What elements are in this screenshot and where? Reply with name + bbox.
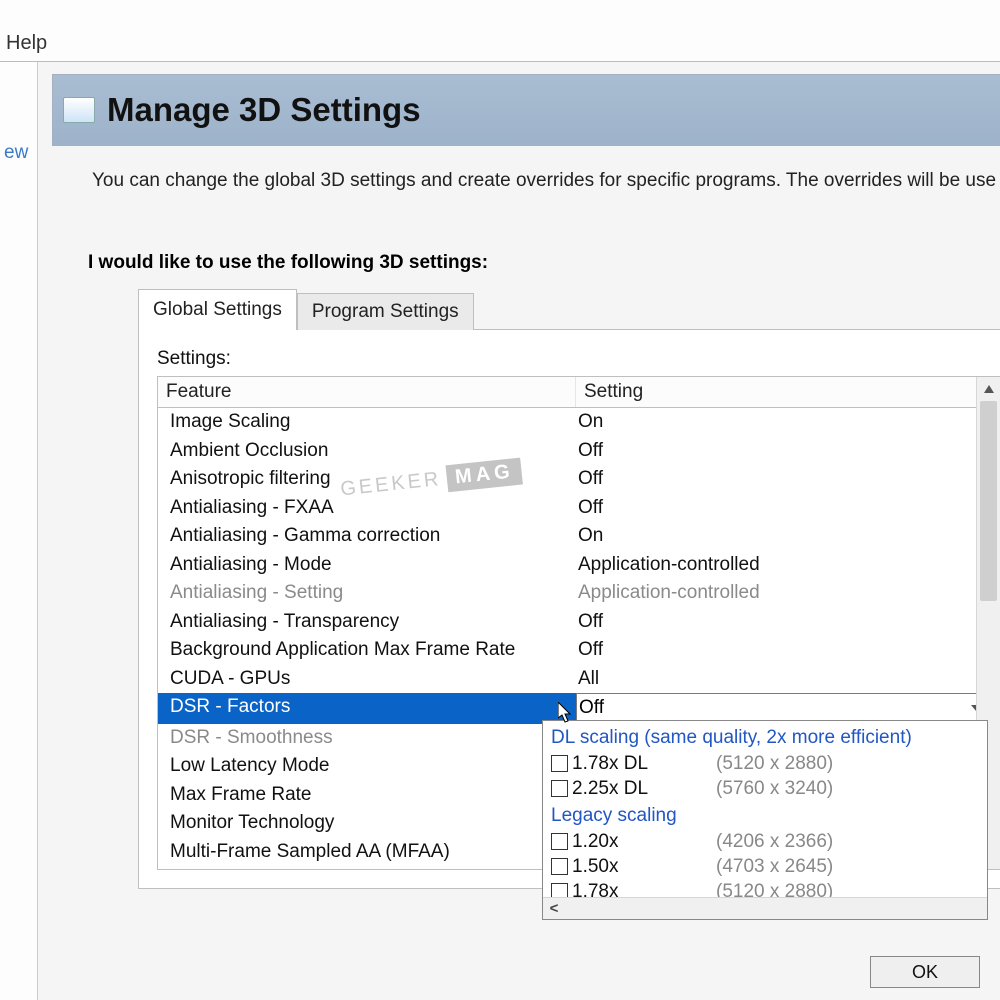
feature-cell: CUDA - GPUs [158,665,576,694]
tab-program-settings[interactable]: Program Settings [297,293,474,330]
feature-cell: Image Scaling [158,408,576,437]
table-row[interactable]: Antialiasing - TransparencyOff [158,608,1000,637]
table-row[interactable]: Background Application Max Frame RateOff [158,636,1000,665]
dsr-factors-dropdown[interactable]: DL scaling (same quality, 2x more effici… [542,720,988,920]
feature-cell: DSR - Smoothness [158,724,576,753]
option-resolution: (5120 x 2880) [716,751,833,776]
checkbox[interactable] [551,833,568,850]
table-row[interactable]: Antialiasing - ModeApplication-controlle… [158,551,1000,580]
dropdown-option[interactable]: 1.20x(4206 x 2366) [551,829,983,854]
checkbox[interactable] [551,780,568,797]
settings-icon [63,97,95,123]
checkbox[interactable] [551,755,568,772]
table-row[interactable]: Image ScalingOn [158,408,1000,437]
table-row[interactable]: Anisotropic filteringOff [158,465,1000,494]
dropdown-option[interactable]: 1.78x DL(5120 x 2880) [551,751,983,776]
cursor-icon [558,702,574,724]
setting-cell: Off [576,494,1000,523]
page-title: Manage 3D Settings [107,91,421,129]
table-row[interactable]: Ambient OcclusionOff [158,437,1000,466]
option-resolution: (4206 x 2366) [716,829,833,854]
table-row[interactable]: Antialiasing - Gamma correctionOn [158,522,1000,551]
option-label: 2.25x DL [572,776,712,801]
dropdown-option[interactable]: 2.25x DL(5760 x 3240) [551,776,983,801]
setting-cell: On [576,522,1000,551]
option-label: 1.50x [572,854,712,879]
setting-cell: Off [576,465,1000,494]
intro-text: You can change the global 3D settings an… [52,146,1000,202]
table-row[interactable]: Antialiasing - FXAAOff [158,494,1000,523]
settings-label: Settings: [157,348,1000,370]
feature-cell: Antialiasing - Mode [158,551,576,580]
table-row[interactable]: DSR - FactorsOff [158,693,1000,724]
dropdown-heading-dl: DL scaling (same quality, 2x more effici… [551,723,983,751]
setting-cell: Off [576,608,1000,637]
setting-cell: Off [576,437,1000,466]
option-resolution: (4703 x 2645) [716,854,833,879]
setting-cell: Off [576,636,1000,665]
horizontal-scrollbar[interactable]: < [543,897,987,919]
checkbox[interactable] [551,858,568,875]
feature-cell: Antialiasing - FXAA [158,494,576,523]
option-resolution: (5760 x 3240) [716,776,833,801]
feature-cell: Antialiasing - Transparency [158,608,576,637]
table-row[interactable]: CUDA - GPUsAll [158,665,1000,694]
column-header-feature[interactable]: Feature [158,377,576,407]
feature-cell: Background Application Max Frame Rate [158,636,576,665]
feature-cell: DSR - Factors [158,693,576,724]
column-header-setting[interactable]: Setting [576,377,1000,407]
menu-help[interactable]: Help [6,32,47,55]
table-row[interactable]: Antialiasing - SettingApplication-contro… [158,579,1000,608]
setting-cell[interactable]: Off [576,693,990,724]
navigation-tree[interactable]: ew [0,62,38,1000]
dropdown-heading-legacy: Legacy scaling [551,801,983,829]
page-header: Manage 3D Settings [52,74,1000,146]
setting-cell: Application-controlled [576,579,1000,608]
scroll-left-icon[interactable]: < [543,898,565,920]
feature-cell: Max Frame Rate [158,781,576,810]
setting-cell: All [576,665,1000,694]
feature-cell: Multi-Frame Sampled AA (MFAA) [158,838,576,867]
ok-button[interactable]: OK [870,956,980,988]
feature-cell: Anisotropic filtering [158,465,576,494]
feature-cell: Ambient Occlusion [158,437,576,466]
nav-fragment: ew [0,142,37,164]
option-label: 1.78x DL [572,751,712,776]
tab-global-settings[interactable]: Global Settings [138,289,297,330]
feature-cell: Antialiasing - Gamma correction [158,522,576,551]
setting-cell: On [576,408,1000,437]
scroll-up-icon[interactable] [977,377,1000,401]
setting-cell: Application-controlled [576,551,1000,580]
dropdown-option[interactable]: 1.50x(4703 x 2645) [551,854,983,879]
option-label: 1.20x [572,829,712,854]
feature-cell: Monitor Technology [158,809,576,838]
scroll-thumb[interactable] [980,401,997,601]
feature-cell: Antialiasing - Setting [158,579,576,608]
section-heading: I would like to use the following 3D set… [52,202,1000,288]
feature-cell: Low Latency Mode [158,752,576,781]
